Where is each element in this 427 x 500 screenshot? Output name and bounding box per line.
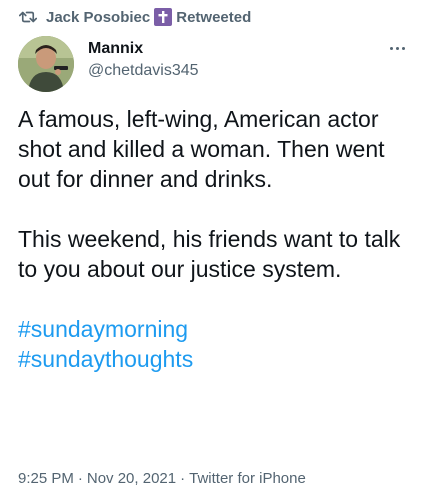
tweet-paragraph: A famous, left-wing, American actor shot… bbox=[18, 106, 385, 192]
meta-separator: · bbox=[77, 470, 83, 487]
retweet-context: Jack Posobiec Retweeted bbox=[18, 6, 251, 28]
hashtag-link[interactable]: #sundaythoughts bbox=[18, 344, 413, 374]
tweet-date[interactable]: Nov 20, 2021 bbox=[87, 470, 176, 487]
meta-separator: · bbox=[180, 470, 186, 487]
tweet-source[interactable]: Twitter for iPhone bbox=[189, 470, 306, 487]
cross-icon bbox=[154, 8, 173, 26]
tweet-time[interactable]: 9:25 PM bbox=[18, 470, 74, 487]
avatar[interactable] bbox=[18, 36, 74, 92]
tweet-meta: 9:25 PM · Nov 20, 2021 · Twitter for iPh… bbox=[18, 470, 306, 487]
retweet-label: Retweeted bbox=[176, 8, 252, 26]
retweet-icon bbox=[18, 7, 38, 27]
author-handle[interactable]: @chetdavis345 bbox=[88, 62, 199, 80]
hashtag-link[interactable]: #sundaymorning bbox=[18, 314, 413, 344]
tweet-paragraph: This weekend, his friends want to talk t… bbox=[18, 226, 401, 282]
retweeter-name[interactable]: Jack Posobiec bbox=[46, 9, 150, 26]
author-name[interactable]: Mannix bbox=[88, 40, 143, 58]
tweet-body: A famous, left-wing, American actor shot… bbox=[18, 104, 413, 374]
more-options-icon[interactable] bbox=[385, 38, 409, 58]
hashtag-list: #sundaymorning #sundaythoughts bbox=[18, 314, 413, 374]
